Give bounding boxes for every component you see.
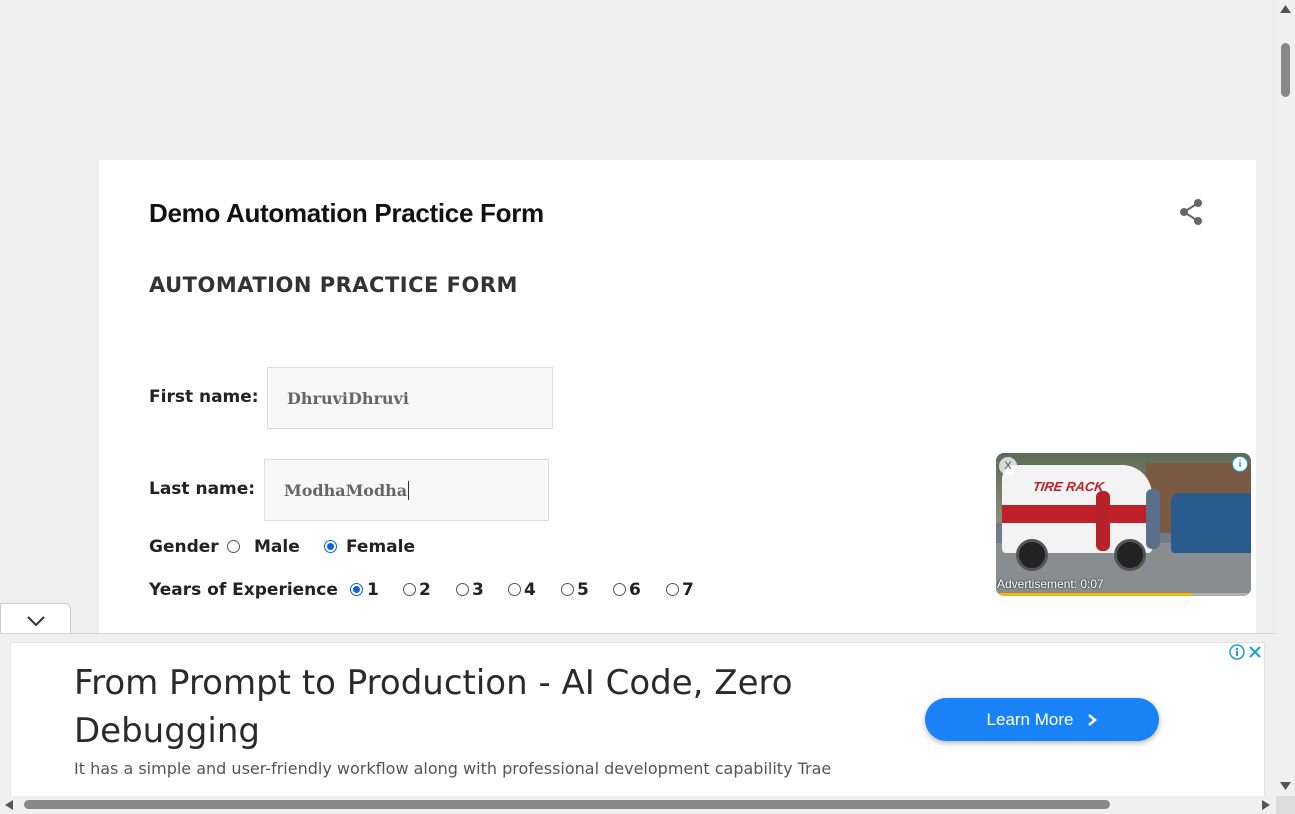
gender-male-label[interactable]: Male <box>254 537 300 557</box>
experience-label-4[interactable]: 4 <box>524 580 536 600</box>
bottom-ad-banner[interactable]: From Prompt to Production - AI Code, Zer… <box>10 642 1265 797</box>
gender-label: Gender <box>149 537 219 557</box>
gender-female-label[interactable]: Female <box>346 537 415 557</box>
experience-label-1[interactable]: 1 <box>367 580 379 600</box>
experience-label-6[interactable]: 6 <box>629 580 641 600</box>
first-name-input[interactable]: DhruviDhruvi <box>267 367 553 429</box>
first-name-value: DhruviDhruvi <box>287 388 409 408</box>
bottom-ad-container: From Prompt to Production - AI Code, Zer… <box>0 633 1276 797</box>
video-truck <box>1171 493 1251 553</box>
video-brand-logo: TIRE RACK <box>1031 479 1105 494</box>
experience-radio-5[interactable] <box>561 583 574 596</box>
experience-radio-7[interactable] <box>666 583 679 596</box>
learn-more-button[interactable]: Learn More <box>925 698 1159 741</box>
experience-radio-4[interactable] <box>508 583 521 596</box>
experience-label-5[interactable]: 5 <box>577 580 589 600</box>
ad-close-icon[interactable] <box>1246 643 1264 661</box>
experience-radio-3[interactable] <box>456 583 469 596</box>
text-cursor <box>408 480 410 500</box>
video-person <box>1096 491 1110 551</box>
horizontal-scroll-thumb[interactable] <box>24 800 1110 809</box>
gender-male-radio[interactable] <box>227 540 240 553</box>
video-progress-bar <box>996 593 1251 596</box>
chevron-down-icon <box>27 616 45 627</box>
experience-radio-6[interactable] <box>613 583 626 596</box>
last-name-input[interactable]: ModhaModha <box>264 459 549 521</box>
video-info-icon[interactable]: i <box>1232 456 1248 472</box>
experience-radio-1[interactable] <box>350 583 363 596</box>
video-van-wheel <box>1114 539 1146 571</box>
video-person <box>1146 489 1160 549</box>
experience-radio-2[interactable] <box>403 583 416 596</box>
last-name-value: ModhaModha <box>284 480 408 500</box>
learn-more-label: Learn More <box>986 709 1074 729</box>
scroll-down-icon[interactable] <box>1279 781 1292 791</box>
vertical-scrollbar[interactable] <box>1276 0 1295 796</box>
ad-headline[interactable]: From Prompt to Production - AI Code, Zer… <box>74 659 894 755</box>
experience-label-7[interactable]: 7 <box>682 580 694 600</box>
scroll-up-icon[interactable] <box>1279 4 1292 14</box>
horizontal-scrollbar[interactable] <box>0 796 1276 814</box>
vertical-scroll-thumb[interactable] <box>1281 43 1290 97</box>
chevron-right-icon <box>1088 713 1098 726</box>
experience-label-2[interactable]: 2 <box>419 580 431 600</box>
ad-info-icon[interactable] <box>1228 643 1246 661</box>
collapse-banner-button[interactable] <box>0 603 71 636</box>
video-van-wheel <box>1016 539 1048 571</box>
video-close-icon[interactable]: X <box>999 457 1017 475</box>
scroll-left-icon[interactable] <box>4 799 14 811</box>
scrollbar-corner <box>1276 796 1295 814</box>
experience-label: Years of Experience <box>149 580 338 600</box>
share-icon[interactable] <box>1178 198 1204 226</box>
scroll-right-icon[interactable] <box>1261 799 1271 811</box>
post-title: Demo Automation Practice Form <box>149 198 544 228</box>
video-van-stripe <box>1002 505 1152 523</box>
video-progress-fill <box>996 593 1193 596</box>
first-name-label: First name: <box>149 387 259 407</box>
ad-description: It has a simple and user-friendly workfl… <box>74 759 832 778</box>
form-heading: AUTOMATION PRACTICE FORM <box>149 273 518 297</box>
last-name-label: Last name: <box>149 479 256 499</box>
video-ad[interactable]: TIRE RACK X i Advertisement: 0:07 <box>996 453 1251 596</box>
gender-female-radio[interactable] <box>324 540 337 553</box>
video-ad-status: Advertisement: 0:07 <box>997 577 1104 591</box>
experience-label-3[interactable]: 3 <box>472 580 484 600</box>
